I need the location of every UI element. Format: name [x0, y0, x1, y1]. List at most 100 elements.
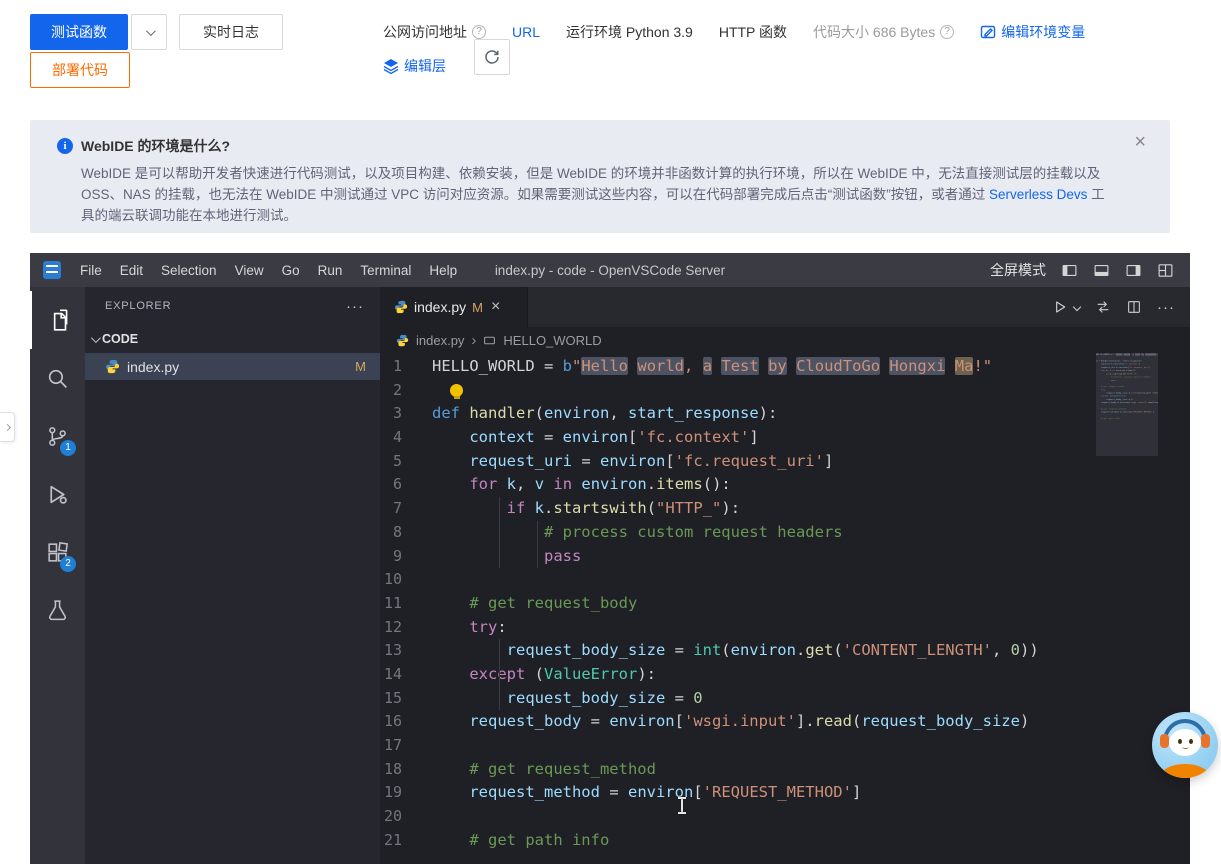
refresh-button[interactable]: [474, 39, 510, 75]
menu-terminal[interactable]: Terminal: [351, 263, 420, 278]
line-number[interactable]: 14: [380, 663, 432, 687]
line-number[interactable]: 3: [380, 402, 432, 426]
line-number[interactable]: 10: [380, 568, 432, 592]
line-number[interactable]: 1: [380, 355, 432, 379]
modified-badge: M: [355, 359, 366, 374]
edit-layer-button[interactable]: 编辑层: [383, 56, 446, 76]
minimap-slider[interactable]: [1096, 353, 1158, 456]
webide-window: File Edit Selection View Go Run Terminal…: [30, 253, 1190, 864]
breadcrumb-file[interactable]: index.py: [416, 333, 464, 348]
menu-selection[interactable]: Selection: [152, 263, 226, 278]
code-line[interactable]: 11 # get request_body: [380, 592, 1190, 616]
assistant-mascot[interactable]: [1152, 712, 1218, 778]
toggle-sidebar-icon[interactable]: [1061, 262, 1078, 279]
line-number[interactable]: 2: [380, 379, 432, 403]
line-number[interactable]: 12: [380, 616, 432, 640]
code-line[interactable]: 6 for k, v in environ.items():: [380, 473, 1190, 497]
code-line[interactable]: 8 # process custom request headers: [380, 521, 1190, 545]
code-line[interactable]: 5 request_uri = environ['fc.request_uri'…: [380, 450, 1190, 474]
line-number[interactable]: 17: [380, 734, 432, 758]
code-token: .: [796, 641, 805, 659]
line-number[interactable]: 5: [380, 450, 432, 474]
search-activity-button[interactable]: [30, 349, 85, 407]
code-line[interactable]: 17: [380, 734, 1190, 758]
sidebar-expand-handle[interactable]: [0, 412, 15, 442]
testing-activity-button[interactable]: [30, 581, 85, 639]
tab-close-icon[interactable]: ×: [491, 298, 500, 316]
url-link[interactable]: URL: [512, 24, 540, 40]
explorer-activity-button[interactable]: [30, 291, 85, 349]
deploy-code-button[interactable]: 部署代码: [30, 52, 130, 88]
split-editor-icon[interactable]: [1126, 299, 1142, 315]
line-number[interactable]: 20: [380, 805, 432, 829]
line-number[interactable]: 8: [380, 521, 432, 545]
code-line[interactable]: 9 pass: [380, 545, 1190, 569]
menu-file[interactable]: File: [71, 263, 111, 278]
breadcrumb-symbol[interactable]: HELLO_WORLD: [503, 333, 601, 348]
customize-layout-icon[interactable]: [1157, 262, 1174, 279]
menu-help[interactable]: Help: [420, 263, 466, 278]
toggle-secondary-sidebar-icon[interactable]: [1125, 262, 1142, 279]
line-number[interactable]: 13: [380, 639, 432, 663]
code-line[interactable]: 18 # get request_method: [380, 758, 1190, 782]
menu-edit[interactable]: Edit: [111, 263, 152, 278]
menu-run[interactable]: Run: [309, 263, 352, 278]
run-file-button[interactable]: [1052, 299, 1068, 315]
code-token: "HTTP_": [656, 499, 721, 517]
serverless-devs-link[interactable]: Serverless Devs: [989, 187, 1087, 202]
line-number[interactable]: 19: [380, 781, 432, 805]
code-line[interactable]: 4 context = environ['fc.context']: [380, 426, 1190, 450]
code-token: get: [805, 641, 833, 659]
realtime-logs-button[interactable]: 实时日志: [179, 14, 283, 50]
code-line[interactable]: 16 request_body = environ['wsgi.input'].…: [380, 710, 1190, 734]
line-number[interactable]: 4: [380, 426, 432, 450]
line-number[interactable]: 11: [380, 592, 432, 616]
line-number[interactable]: 21: [380, 829, 432, 853]
line-number[interactable]: 9: [380, 545, 432, 569]
line-number[interactable]: 18: [380, 758, 432, 782]
file-item-indexpy[interactable]: index.py M: [85, 353, 380, 380]
toggle-panel-icon[interactable]: [1093, 262, 1110, 279]
run-debug-activity-button[interactable]: [30, 465, 85, 523]
help-icon[interactable]: ?: [940, 25, 954, 39]
explorer-more-actions[interactable]: ···: [346, 298, 364, 315]
open-changes-icon[interactable]: [1095, 299, 1111, 315]
menu-view[interactable]: View: [226, 263, 273, 278]
run-options-chevron-icon[interactable]: [1073, 303, 1081, 311]
code-editor[interactable]: 1HELLO_WORLD = b"Hello world, a Test by …: [380, 353, 1190, 864]
lightbulb-icon[interactable]: [450, 384, 463, 397]
line-number[interactable]: 7: [380, 497, 432, 521]
menu-go[interactable]: Go: [273, 263, 309, 278]
help-icon[interactable]: ?: [472, 25, 486, 39]
test-function-dropdown-button[interactable]: [131, 14, 167, 50]
test-function-button[interactable]: 测试函数: [30, 14, 128, 50]
line-number[interactable]: 6: [380, 473, 432, 497]
code-token: except: [469, 665, 525, 683]
code-section-header[interactable]: CODE: [85, 325, 380, 353]
code-line[interactable]: 13 request_body_size = int(environ.get('…: [380, 639, 1190, 663]
source-control-activity-button[interactable]: 1: [30, 407, 85, 465]
code-line[interactable]: 10: [380, 568, 1190, 592]
code-line[interactable]: 21 # get path info: [380, 829, 1190, 853]
code-line[interactable]: 15 request_body_size = 0: [380, 687, 1190, 711]
extensions-activity-button[interactable]: 2: [30, 523, 85, 581]
line-number[interactable]: 15: [380, 687, 432, 711]
banner-close-icon[interactable]: ×: [1134, 132, 1146, 152]
mouse-cursor: [681, 798, 683, 813]
fullscreen-toggle[interactable]: 全屏模式: [990, 260, 1046, 280]
code-line[interactable]: 20: [380, 805, 1190, 829]
line-number[interactable]: 16: [380, 710, 432, 734]
code-line[interactable]: 2: [380, 379, 1190, 403]
editor-more-actions[interactable]: ···: [1157, 299, 1175, 316]
edit-env-vars-button[interactable]: 编辑环境变量: [980, 22, 1085, 42]
code-token: ValueError: [544, 665, 637, 683]
tab-indexpy[interactable]: index.py M ×: [380, 287, 528, 327]
code-token: Ma: [955, 357, 974, 375]
code-line[interactable]: 12 try:: [380, 616, 1190, 640]
code-line[interactable]: 14 except (ValueError):: [380, 663, 1190, 687]
code-line[interactable]: 19 request_method = environ['REQUEST_MET…: [380, 781, 1190, 805]
code-line[interactable]: 1HELLO_WORLD = b"Hello world, a Test by …: [380, 355, 1190, 379]
code-token: 'wsgi.input': [684, 712, 796, 730]
code-line[interactable]: 3def handler(environ, start_response):: [380, 402, 1190, 426]
code-line[interactable]: 7 if k.startswith("HTTP_"):: [380, 497, 1190, 521]
